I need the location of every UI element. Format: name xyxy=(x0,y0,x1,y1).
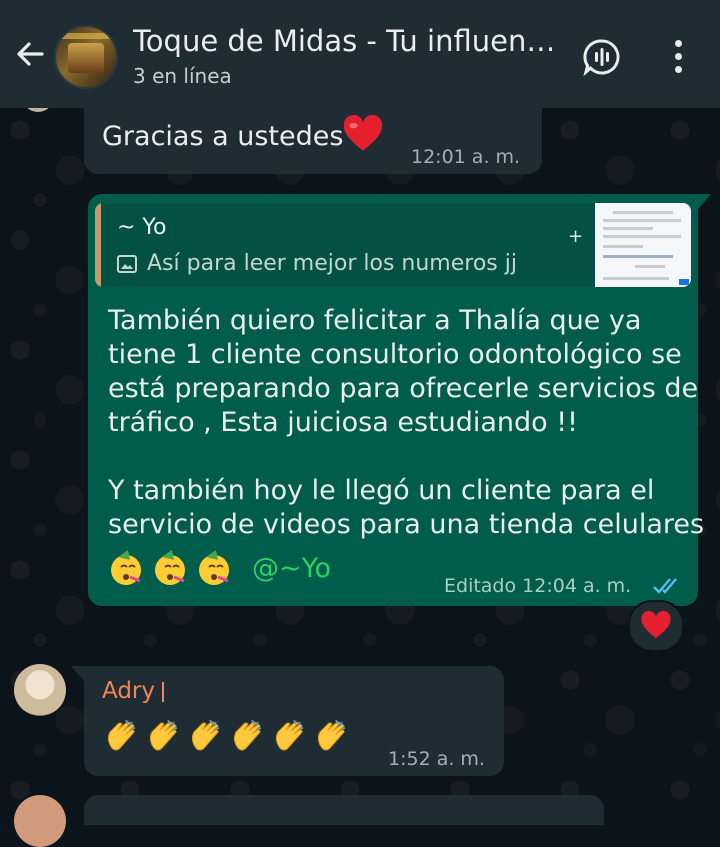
clapping-hands-icon xyxy=(233,719,262,751)
message-text: Gracias a ustedes xyxy=(102,121,344,152)
reaction-badge[interactable] xyxy=(628,600,684,652)
avatar[interactable] xyxy=(14,795,66,847)
red-heart-icon xyxy=(641,611,671,639)
message-time: 1:52 a. m. xyxy=(388,748,485,770)
mention-link[interactable]: @~Yo xyxy=(252,552,331,586)
clapping-hands-icon xyxy=(149,719,178,751)
image-icon xyxy=(117,255,137,273)
group-avatar[interactable] xyxy=(54,25,118,89)
bubble-tail xyxy=(71,666,85,682)
quoted-image-thumbnail[interactable] xyxy=(595,203,691,287)
clapping-hands-icon xyxy=(317,719,346,751)
avatar[interactable] xyxy=(14,664,66,716)
bubble-tail xyxy=(697,194,711,210)
emoji-row xyxy=(104,718,356,758)
red-heart-icon xyxy=(343,115,383,151)
chat-title[interactable]: Toque de Midas - Tu influenc... xyxy=(133,24,563,58)
read-double-check-icon xyxy=(653,578,677,594)
clapping-hands-icon xyxy=(107,719,136,751)
voice-chat-icon[interactable] xyxy=(583,38,621,76)
clapping-hands-icon xyxy=(191,719,220,751)
sender-name[interactable]: Adry xyxy=(102,678,155,704)
emoji-row xyxy=(108,550,240,586)
online-status: 3 en línea xyxy=(133,64,232,88)
partying-face-icon xyxy=(199,550,229,585)
plus-icon: + xyxy=(568,226,584,247)
quoted-sender: ~ Yo xyxy=(117,215,167,240)
partying-face-icon xyxy=(155,550,185,585)
clapping-hands-icon xyxy=(275,719,304,751)
more-options-icon[interactable] xyxy=(668,40,688,74)
chat-header: Toque de Midas - Tu influenc... 3 en lín… xyxy=(0,0,720,108)
message-time: Editado 12:04 a. m. xyxy=(444,575,632,597)
quoted-text: Así para leer mejor los numeros jj xyxy=(147,251,517,276)
message-bubble-incoming[interactable] xyxy=(84,795,604,825)
message-paragraph: Y también hoy le llegó un cliente para e… xyxy=(108,475,705,540)
quoted-message[interactable]: ~ Yo Así para leer mejor los numeros jj xyxy=(95,203,691,287)
sender-name-truncation xyxy=(162,682,164,702)
message-paragraph: También quiero felicitar a Thalía que ya… xyxy=(108,305,699,438)
partying-face-icon xyxy=(111,550,141,585)
back-arrow-icon[interactable] xyxy=(12,36,48,72)
message-time: 12:01 a. m. xyxy=(411,146,521,168)
